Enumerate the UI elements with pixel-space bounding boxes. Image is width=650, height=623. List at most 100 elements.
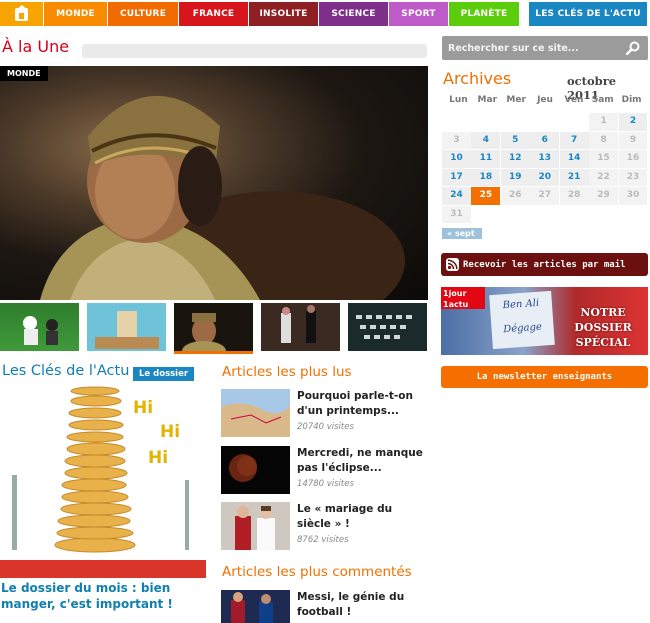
calendar-day-link[interactable]: 7 (559, 131, 589, 150)
search-input[interactable] (448, 39, 618, 57)
article-title-link[interactable]: Mercredi, ne manque pas l'éclipse... (297, 446, 427, 476)
dossier-caption-link[interactable]: Le dossier du mois : bien manger, c'est … (1, 580, 207, 612)
article-title-link[interactable]: Pourquoi parle-t-on d'un printemps... (297, 389, 427, 419)
calendar-day: 29 (589, 187, 619, 206)
hi-text: Hi (133, 398, 153, 418)
weekday-label: Mar (477, 95, 498, 105)
football-image (231, 592, 273, 623)
hi-text: Hi (148, 448, 168, 468)
cles-title: Les Clés de l'Actu (2, 363, 130, 379)
une-title-bar (82, 44, 427, 58)
calendar-day-link[interactable]: 12 (500, 150, 530, 169)
article-visits: 20740 visites (297, 422, 354, 432)
calendar-day-link[interactable]: 13 (530, 150, 560, 169)
calendar-day-link[interactable]: 5 (500, 131, 530, 150)
calendar-day-link[interactable]: 17 (442, 168, 471, 187)
calendar-day: 1 (589, 113, 619, 132)
wedding-image (235, 506, 275, 550)
map-image (221, 403, 290, 437)
calendar-day-today: 25 (471, 187, 501, 206)
calendar-day-link[interactable]: 6 (530, 131, 560, 150)
archives-title: Archives (443, 69, 512, 88)
calendar-day: 26 (500, 187, 530, 206)
article-title-link[interactable]: Le « mariage du siècle » ! (297, 502, 427, 532)
nav-france[interactable]: FRANCE (179, 2, 248, 26)
calendar-empty-cell (442, 113, 471, 132)
nav-culture[interactable]: CULTURE (108, 2, 178, 26)
thumbnail-keyboard[interactable] (348, 303, 427, 351)
weekday-label: Ven (564, 95, 584, 105)
main-photo[interactable]: MONDE (0, 66, 428, 300)
promo-text: NOTRE DOSSIER SPÉCIAL (574, 306, 632, 349)
calendar-day: 30 (618, 187, 648, 206)
article-thumbnail (221, 590, 290, 623)
mail-button-label: Recevoir les articles par mail (463, 259, 626, 270)
list-item[interactable]: Le « mariage du siècle » ! 8762 visites (221, 502, 431, 552)
calendar-day-link[interactable]: 10 (442, 150, 471, 169)
nav-science[interactable]: SCIENCE (319, 2, 388, 26)
nav-cles-actu[interactable]: LES CLÉS DE L'ACTU (529, 2, 647, 26)
weekday-label: Dim (621, 95, 642, 105)
calendar-day-link[interactable]: 24 (442, 187, 471, 206)
calendar-day-link[interactable]: 14 (559, 150, 589, 169)
article-thumbnail (221, 446, 290, 494)
thumbnail-cartoon[interactable] (87, 303, 166, 351)
nav-insolite[interactable]: INSOLITE (249, 2, 318, 26)
weekday-label: Jeu (537, 95, 553, 105)
pancake-stack-image: Hi Hi Hi (0, 386, 206, 578)
article-thumbnail (221, 502, 290, 550)
nav-sport[interactable]: SPORT (389, 2, 448, 26)
calendar-day: 22 (589, 168, 619, 187)
thumbnail-basketball[interactable] (261, 303, 340, 351)
weekday-label: Sam (591, 95, 614, 105)
article-visits: 14780 visites (297, 479, 354, 489)
thumbnail-rugby[interactable] (0, 303, 79, 351)
article-title-link[interactable]: Messi, le génie du football ! (297, 590, 427, 620)
calendar-day: 9 (618, 131, 648, 150)
newsletter-button[interactable]: La newsletter enseignants (441, 366, 648, 388)
calendar-week: 10 11 12 13 14 15 16 (442, 150, 648, 169)
calendar-day: 15 (589, 150, 619, 169)
calendar-day-link[interactable]: 11 (471, 150, 501, 169)
cles-dossier-tag[interactable]: Le dossier (133, 367, 195, 381)
calendar-empty-cell (500, 113, 530, 132)
calendar-day-link[interactable]: 2 (618, 113, 648, 132)
calendar-week: 31 (442, 205, 648, 224)
calendar-day: 28 (559, 187, 589, 206)
home-icon (15, 4, 28, 21)
calendar-day-link[interactable]: 20 (530, 168, 560, 187)
list-item[interactable]: Pourquoi parle-t-on d'un printemps... 20… (221, 389, 431, 439)
nav-home[interactable] (0, 2, 43, 26)
list-item[interactable]: Mercredi, ne manque pas l'éclipse... 147… (221, 446, 431, 496)
calendar-day: 23 (618, 168, 648, 187)
mail-subscribe-button[interactable]: Recevoir les articles par mail (441, 253, 648, 276)
search-icon[interactable] (626, 41, 640, 55)
calendar-empty-cell (618, 205, 648, 224)
nav-planete[interactable]: PLANÈTE (449, 2, 519, 26)
calendar-weekdays: Lun Mar Mer Jeu Ven Sam Dim (442, 95, 648, 113)
dossier-special-banner[interactable]: 1jour 1actu Ben Ali Dégage NOTRE DOSSIER… (441, 287, 648, 355)
calendar-empty-cell (559, 113, 589, 132)
calendar-day-link[interactable]: 19 (500, 168, 530, 187)
calendar-day: 27 (530, 187, 560, 206)
calendar-prev-month-link[interactable]: « sept (442, 228, 482, 239)
calendar-day-link[interactable]: 21 (559, 168, 589, 187)
list-item[interactable]: Messi, le génie du football ! (221, 590, 431, 623)
calendar-empty-cell (589, 205, 619, 224)
calendar-week: 24 25 26 27 28 29 30 (442, 187, 648, 206)
calendar-week: 12 (442, 113, 648, 132)
calendar-empty-cell (559, 205, 589, 224)
basketball-image (281, 305, 316, 343)
calendar-empty-cell (471, 205, 501, 224)
calendar-day-link[interactable]: 4 (471, 131, 501, 150)
calendar-day: 8 (589, 131, 619, 150)
thumbnail-portrait[interactable] (174, 303, 253, 351)
rss-icon (446, 258, 459, 271)
photo-category-badge: MONDE (0, 66, 48, 81)
une-title: À la Une (2, 37, 70, 56)
weekday-label: Mer (506, 95, 526, 105)
article-thumbnail (221, 389, 290, 437)
nav-monde[interactable]: MONDE (44, 2, 107, 26)
dossier-image[interactable]: Hi Hi Hi (0, 385, 206, 578)
calendar-day-link[interactable]: 18 (471, 168, 501, 187)
